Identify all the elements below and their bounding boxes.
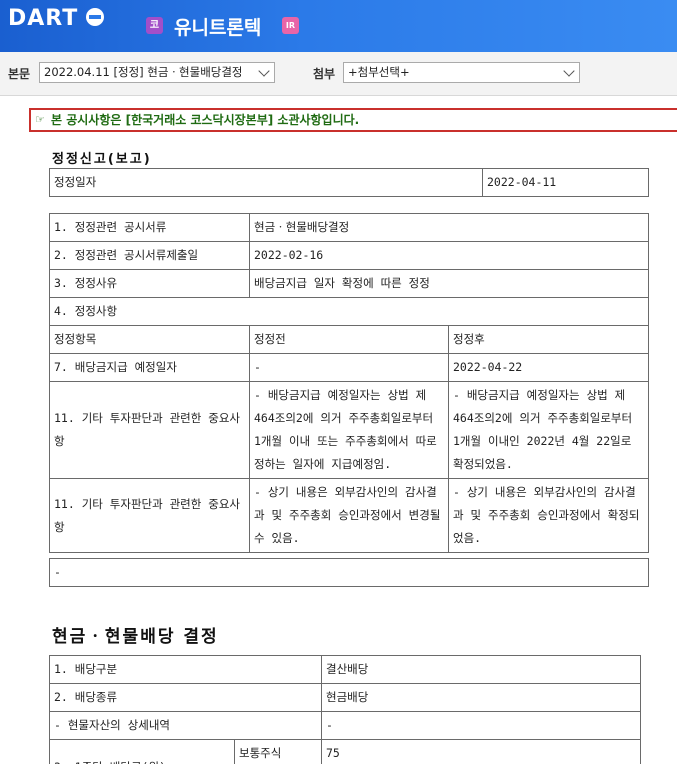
- document-selector-bar: 본문 2022.04.11 [정정] 현금ㆍ현물배당결정 첨부 +첨부선택+: [0, 52, 677, 96]
- table-row: 11. 기타 투자판단과 관련한 중요사항 - 상기 내용은 외부감사인의 감사…: [49, 478, 649, 553]
- dividend-title: 현금ㆍ현물배당 결정: [52, 627, 219, 647]
- pointing-hand-icon: ☞: [35, 113, 45, 126]
- dart-logo-icon: [86, 8, 104, 26]
- share-value: 75: [321, 739, 641, 764]
- before-cell: - 배당금지급 예정일자는 상법 제464조의2에 의거 주주총회일로부터 1개…: [249, 381, 449, 479]
- correction-note-table: -: [49, 558, 649, 587]
- per-share-label: 3. 1주당 배당금(원): [49, 739, 235, 764]
- after-cell: - 배당금지급 예정일자는 상법 제464조의2에 의거 주주총회일로부터 1개…: [448, 381, 649, 479]
- column-header: 정정후: [448, 325, 649, 354]
- chevron-down-icon: [563, 65, 575, 77]
- row-value: 2022-02-16: [249, 241, 649, 270]
- table-row: 2. 배당종류 현금배당: [49, 683, 641, 712]
- table-row: 정정일자 2022-04-11: [49, 168, 649, 197]
- row-value: 현금배당: [321, 683, 641, 712]
- column-header: 정정항목: [49, 325, 250, 354]
- row-label: 3. 정정사유: [49, 269, 250, 298]
- correction-title: 정정신고(보고): [52, 152, 152, 167]
- chevron-down-icon: [258, 65, 270, 77]
- table-row: - 현물자산의 상세내역 -: [49, 711, 641, 740]
- table-row: 3. 정정사유 배당금지급 일자 확정에 따른 정정: [49, 269, 649, 298]
- top-header: DART 코 유니트론텍 IR: [0, 0, 677, 52]
- table-row: 1. 배당구분 결산배당: [49, 655, 641, 684]
- dividend-table: 1. 배당구분 결산배당 2. 배당종류 현금배당 - 현물자산의 상세내역 -…: [49, 655, 641, 764]
- correction-detail-table: 1. 정정관련 공시서류 현금ㆍ현물배당결정 2. 정정관련 공시서류제출일 2…: [49, 213, 649, 553]
- body-select-value: 2022.04.11 [정정] 현금ㆍ현물배당결정: [44, 65, 243, 79]
- company-name[interactable]: 유니트론텍: [174, 13, 261, 40]
- row-label: 1. 배당구분: [49, 655, 322, 684]
- attach-label: 첨부: [313, 67, 336, 81]
- column-header: 정정전: [249, 325, 449, 354]
- notice-text: 본 공시사항은 [한국거래소 코스닥시장본부] 소관사항입니다.: [51, 113, 360, 127]
- body-label: 본문: [8, 67, 31, 81]
- table-row: 3. 1주당 배당금(원) 보통주식 75: [49, 739, 641, 764]
- body-select[interactable]: 2022.04.11 [정정] 현금ㆍ현물배당결정: [39, 62, 275, 83]
- after-cell: - 상기 내용은 외부감사인의 감사결과 및 주주총회 승인과정에서 확정되었음…: [448, 478, 649, 553]
- before-cell: -: [249, 353, 449, 382]
- row-label: - 현물자산의 상세내역: [49, 711, 322, 740]
- item-cell: 11. 기타 투자판단과 관련한 중요사항: [49, 478, 250, 553]
- table-row: 7. 배당금지급 예정일자 - 2022-04-22: [49, 353, 649, 382]
- item-cell: 11. 기타 투자판단과 관련한 중요사항: [49, 381, 250, 479]
- disclosure-document: ☞ 본 공시사항은 [한국거래소 코스닥시장본부] 소관사항입니다. 정정신고(…: [0, 96, 677, 764]
- row-label: 2. 배당종류: [49, 683, 322, 712]
- note-cell: -: [49, 558, 649, 587]
- table-row: 4. 정정사항: [49, 297, 649, 326]
- row-label: 1. 정정관련 공시서류: [49, 213, 250, 242]
- row-value: -: [321, 711, 641, 740]
- table-row: -: [49, 558, 649, 587]
- kosdaq-badge: 코: [146, 17, 163, 34]
- correction-date-label: 정정일자: [49, 168, 483, 197]
- ir-badge[interactable]: IR: [282, 17, 299, 34]
- row-value: 현금ㆍ현물배당결정: [249, 213, 649, 242]
- before-cell: - 상기 내용은 외부감사인의 감사결과 및 주주총회 승인과정에서 변경될 수…: [249, 478, 449, 553]
- after-cell: 2022-04-22: [448, 353, 649, 382]
- table-header-row: 정정항목 정정전 정정후: [49, 325, 649, 354]
- table-row: 1. 정정관련 공시서류 현금ㆍ현물배당결정: [49, 213, 649, 242]
- table-row: 2. 정정관련 공시서류제출일 2022-02-16: [49, 241, 649, 270]
- attach-select[interactable]: +첨부선택+: [343, 62, 580, 83]
- row-label: 2. 정정관련 공시서류제출일: [49, 241, 250, 270]
- dart-logo[interactable]: DART: [8, 6, 78, 31]
- correction-date-table: 정정일자 2022-04-11: [49, 168, 649, 197]
- row-value: 배당금지급 일자 확정에 따른 정정: [249, 269, 649, 298]
- row-value: 결산배당: [321, 655, 641, 684]
- row-label: 4. 정정사항: [49, 297, 649, 326]
- item-cell: 7. 배당금지급 예정일자: [49, 353, 250, 382]
- share-type: 보통주식: [234, 739, 322, 764]
- attach-select-value: +첨부선택+: [348, 65, 410, 79]
- table-row: 11. 기타 투자판단과 관련한 중요사항 - 배당금지급 예정일자는 상법 제…: [49, 381, 649, 479]
- correction-date-value: 2022-04-11: [482, 168, 649, 197]
- jurisdiction-notice: ☞ 본 공시사항은 [한국거래소 코스닥시장본부] 소관사항입니다.: [29, 108, 677, 132]
